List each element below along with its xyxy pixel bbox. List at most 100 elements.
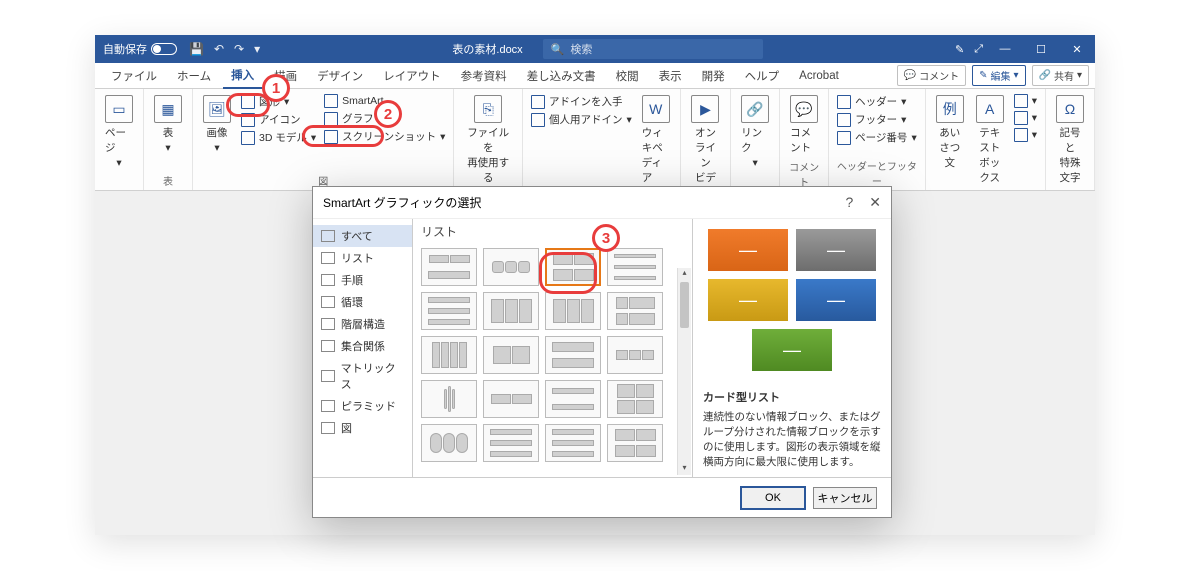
wordart-button[interactable]: ▾ (1012, 110, 1039, 126)
header-icon (837, 95, 851, 109)
tab-layout[interactable]: レイアウト (375, 64, 449, 88)
category-cycle[interactable]: 循環 (313, 291, 412, 313)
layouts-grid[interactable] (413, 244, 692, 466)
footer-icon (837, 113, 851, 127)
comment-button[interactable]: 💬コメント (786, 93, 822, 157)
minimize-button[interactable]: — (987, 35, 1023, 63)
qat-dropdown-icon[interactable]: ▾ (254, 42, 260, 56)
scroll-up-icon[interactable]: ▴ (678, 268, 691, 280)
editing-mode-button[interactable]: ✎ 編集 ▾ (972, 65, 1025, 86)
category-matrix[interactable]: マトリックス (313, 357, 412, 395)
scroll-thumb[interactable] (680, 282, 689, 328)
maximize-button[interactable]: ☐ (1023, 35, 1059, 63)
category-icon (321, 340, 335, 352)
preview-card: — (796, 229, 876, 271)
search-box[interactable]: 🔍 検索 (543, 39, 763, 59)
footer-button[interactable]: フッター ▾ (835, 111, 919, 128)
preview-card: — (708, 229, 788, 271)
tab-review[interactable]: 校閲 (608, 64, 647, 88)
header-button[interactable]: ヘッダー ▾ (835, 93, 919, 110)
layout-option[interactable] (483, 292, 539, 330)
greeting-button[interactable]: 例あいさつ 文 (932, 93, 968, 187)
layout-option[interactable] (483, 380, 539, 418)
redo-icon[interactable]: ↷ (234, 42, 244, 56)
close-button[interactable]: ✕ (1059, 35, 1095, 63)
links-button[interactable]: 🔗リンク▾ (737, 93, 773, 175)
layout-option[interactable] (545, 380, 601, 418)
document-title[interactable]: 表の素材.docx (452, 41, 522, 57)
tab-home[interactable]: ホーム (169, 64, 219, 88)
tab-design[interactable]: デザイン (309, 64, 371, 88)
icons-button[interactable]: アイコン (239, 111, 318, 128)
shapes-button[interactable]: 図形 ▾ (239, 93, 318, 110)
tab-developer[interactable]: 開発 (694, 64, 733, 88)
reuse-files-button[interactable]: ⎘ファイルを 再使用する (460, 93, 516, 187)
category-list-item[interactable]: リスト (313, 247, 412, 269)
category-process[interactable]: 手順 (313, 269, 412, 291)
3d-models-button[interactable]: 3D モデル ▾ (239, 129, 318, 146)
preview-description: 連続性のない情報ブロック、またはグループ分けされた情報ブロックを示すのに使用しま… (703, 409, 881, 469)
tab-references[interactable]: 参考資料 (453, 64, 515, 88)
pen-icon[interactable]: ✎ (955, 43, 964, 56)
dialog-help-button[interactable]: ? (845, 194, 853, 211)
layout-option[interactable] (483, 336, 539, 374)
quick-parts-button[interactable]: ▾ (1012, 93, 1039, 109)
table-button[interactable]: ▦表▾ (150, 93, 186, 171)
wikipedia-button[interactable]: Wウィキペディア (638, 93, 674, 187)
ok-button[interactable]: OK (741, 487, 805, 509)
ribbon-display-icon[interactable]: ⤢ (974, 43, 983, 56)
screenshot-button[interactable]: スクリーンショット ▾ (322, 128, 447, 145)
undo-icon[interactable]: ↶ (214, 42, 224, 56)
layout-option[interactable] (607, 380, 663, 418)
drop-cap-button[interactable]: ▾ (1012, 127, 1039, 143)
comments-button[interactable]: 💬 コメント (897, 65, 966, 86)
chart-button[interactable]: グラフ (322, 110, 447, 127)
category-relationship[interactable]: 集合関係 (313, 335, 412, 357)
dialog-close-button[interactable]: ✕ (869, 194, 881, 211)
tab-insert[interactable]: 挿入 (223, 63, 262, 89)
layout-option[interactable] (607, 248, 663, 286)
pictures-button[interactable]: 🖼画像▾ (199, 93, 235, 171)
layout-option[interactable] (421, 248, 477, 286)
layout-option-selected[interactable] (545, 248, 601, 286)
layout-option[interactable] (545, 336, 601, 374)
category-list: すべて リスト 手順 循環 階層構造 集合関係 マトリックス ピラミッド 図 (313, 219, 413, 477)
layout-option[interactable] (545, 424, 601, 462)
layout-option[interactable] (483, 248, 539, 286)
tab-acrobat[interactable]: Acrobat (791, 66, 847, 86)
category-picture[interactable]: 図 (313, 417, 412, 439)
tab-mailings[interactable]: 差し込み文書 (519, 64, 604, 88)
category-pyramid[interactable]: ピラミッド (313, 395, 412, 417)
layout-option[interactable] (607, 336, 663, 374)
page-number-button[interactable]: ページ番号 ▾ (835, 129, 919, 146)
category-all[interactable]: すべて (313, 225, 412, 247)
autosave-toggle[interactable]: 自動保存 (103, 41, 177, 57)
pages-button[interactable]: ▭ページ▾ (101, 93, 137, 175)
greeting-icon: 例 (936, 95, 964, 123)
tab-view[interactable]: 表示 (651, 64, 690, 88)
layout-option[interactable] (421, 292, 477, 330)
category-hierarchy[interactable]: 階層構造 (313, 313, 412, 335)
omega-icon: Ω (1056, 95, 1084, 123)
tab-help[interactable]: ヘルプ (737, 64, 788, 88)
search-placeholder: 検索 (570, 41, 592, 57)
layouts-scrollbar[interactable]: ▴ ▾ (677, 268, 691, 475)
save-icon[interactable]: 💾 (189, 42, 204, 56)
symbols-button[interactable]: Ω記号と 特殊文字 (1052, 93, 1088, 187)
get-addins-button[interactable]: アドインを入手 (529, 93, 634, 110)
scroll-down-icon[interactable]: ▾ (678, 463, 691, 475)
my-addins-button[interactable]: 個人用アドイン ▾ (529, 111, 634, 128)
layout-option[interactable] (607, 292, 663, 330)
cancel-button[interactable]: キャンセル (813, 487, 877, 509)
smartart-button[interactable]: SmartArt (322, 93, 447, 109)
textbox-button[interactable]: Aテキスト ボックス (972, 93, 1008, 187)
tab-file[interactable]: ファイル (103, 64, 165, 88)
layout-option[interactable] (545, 292, 601, 330)
layout-option[interactable] (483, 424, 539, 462)
layout-option[interactable] (607, 424, 663, 462)
share-button[interactable]: 🔗 共有 ▾ (1032, 65, 1089, 86)
layout-option[interactable] (421, 336, 477, 374)
layout-option[interactable] (421, 424, 477, 462)
layout-option[interactable] (421, 380, 477, 418)
tab-draw[interactable]: 描画 (266, 64, 305, 88)
